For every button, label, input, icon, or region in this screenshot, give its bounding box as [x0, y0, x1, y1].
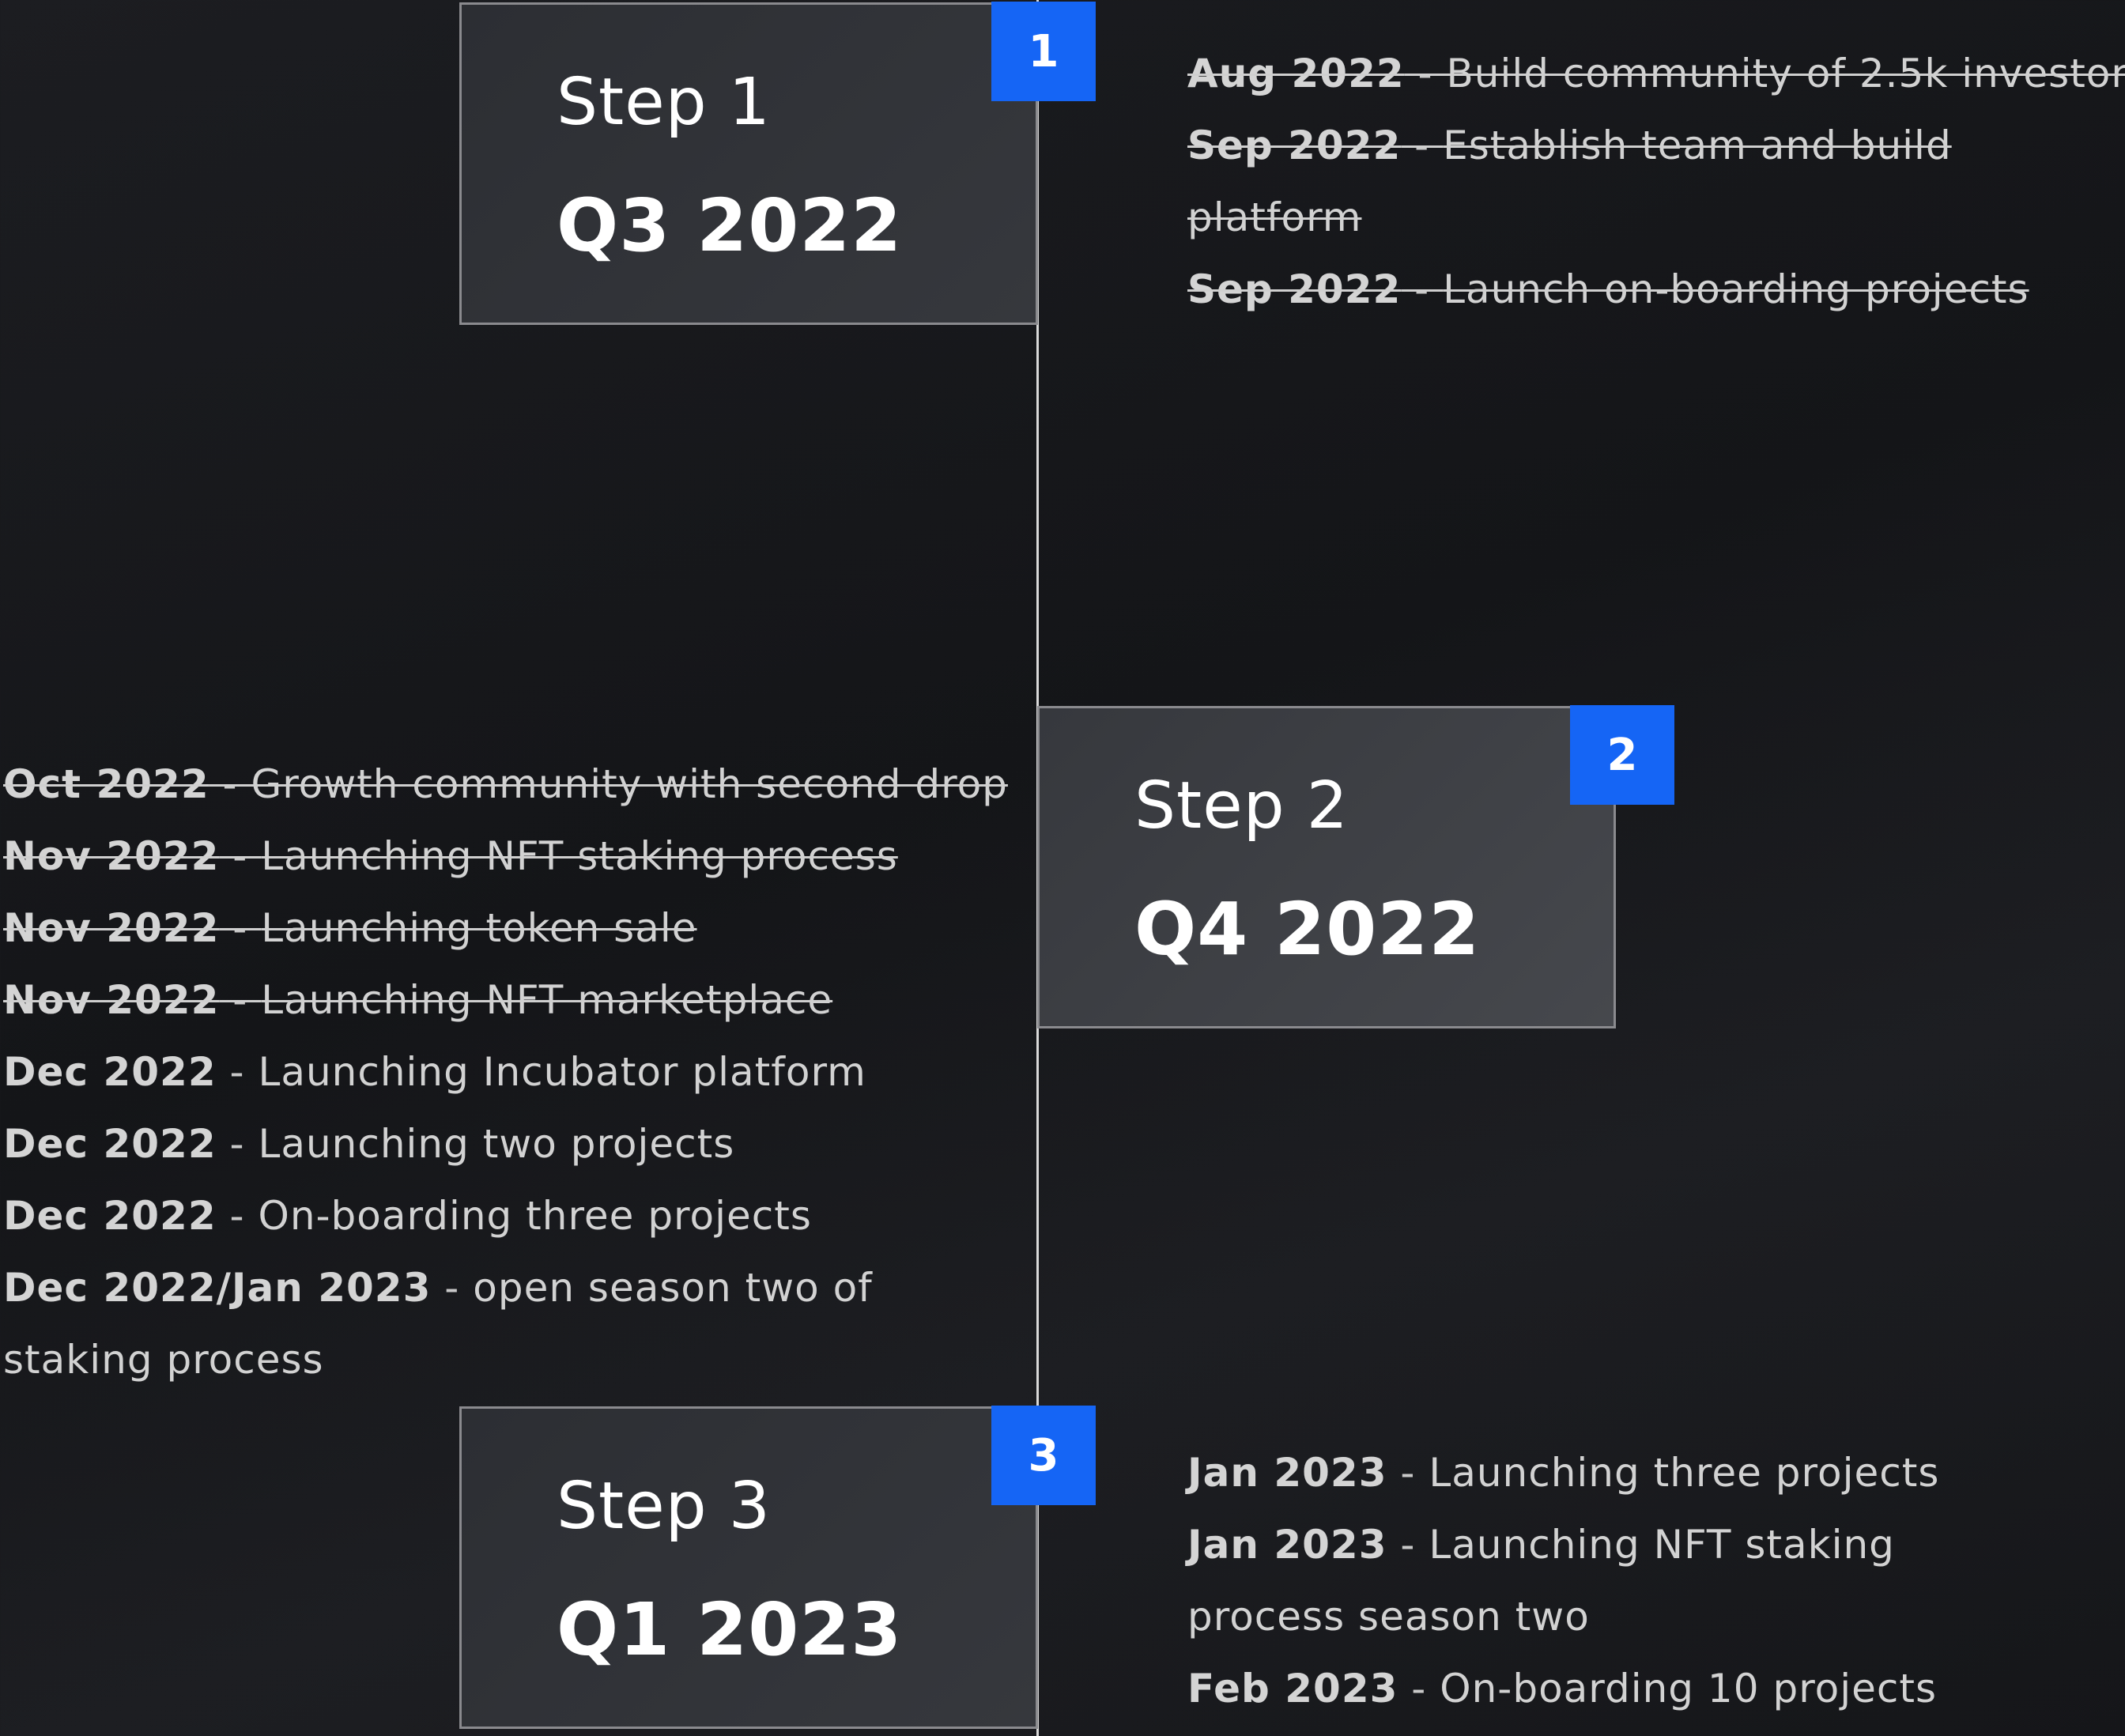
step-3-label: Step 3	[557, 1469, 771, 1544]
milestone-item: Aug 2022 - Build community of 2.5k inves…	[1187, 51, 2125, 96]
step-2-card: Step 2 Q4 2022	[1037, 706, 1616, 1028]
milestone-item: Nov 2022 - Launching NFT staking process	[3, 833, 898, 879]
milestone-item: Jan 2023 - Launching NFT staking process…	[1187, 1522, 1895, 1640]
step-3-milestones: Jan 2023 - Launching three projects Jan …	[1187, 1437, 2057, 1725]
step-2-badge: 2	[1570, 705, 1674, 805]
step-1-quarter: Q3 2022	[557, 183, 903, 268]
step-1-card: Step 1 Q3 2022	[459, 2, 1038, 325]
step-2-quarter: Q4 2022	[1134, 887, 1481, 972]
milestone-item: Jan 2023 - Launching three projects	[1187, 1450, 1940, 1496]
milestone-item: Sep 2022 - Launch on-boarding projects	[1187, 266, 2029, 312]
step-1-milestones: Aug 2022 - Build community of 2.5k inves…	[1187, 38, 2125, 326]
milestone-item: Nov 2022 - Launching NFT marketplace	[3, 977, 833, 1023]
milestone-item: Dec 2022 - Launching two projects	[3, 1121, 735, 1167]
step-3-quarter: Q1 2023	[557, 1587, 903, 1672]
milestone-item: Nov 2022 - Launching token sale	[3, 905, 697, 951]
milestone-item: Oct 2022 - Growth community with second …	[3, 761, 1008, 807]
step-1-label: Step 1	[557, 65, 771, 140]
milestone-item: Dec 2022 - Launching Incubator platform	[3, 1049, 866, 1095]
step-3-badge: 3	[991, 1406, 1096, 1505]
milestone-item: Dec 2022 - On-boarding three projects	[3, 1193, 812, 1239]
step-2-milestones: Oct 2022 - Growth community with second …	[3, 749, 1031, 1396]
step-1-badge: 1	[991, 2, 1096, 101]
milestone-item: Sep 2022 - Establish team and build plat…	[1187, 123, 1952, 240]
milestone-item: Feb 2023 - On-boarding 10 projects	[1187, 1666, 1938, 1711]
step-2-label: Step 2	[1134, 768, 1349, 843]
milestone-item: Dec 2022/Jan 2023 - open season two of s…	[3, 1265, 873, 1383]
step-3-card: Step 3 Q1 2023	[459, 1406, 1038, 1729]
